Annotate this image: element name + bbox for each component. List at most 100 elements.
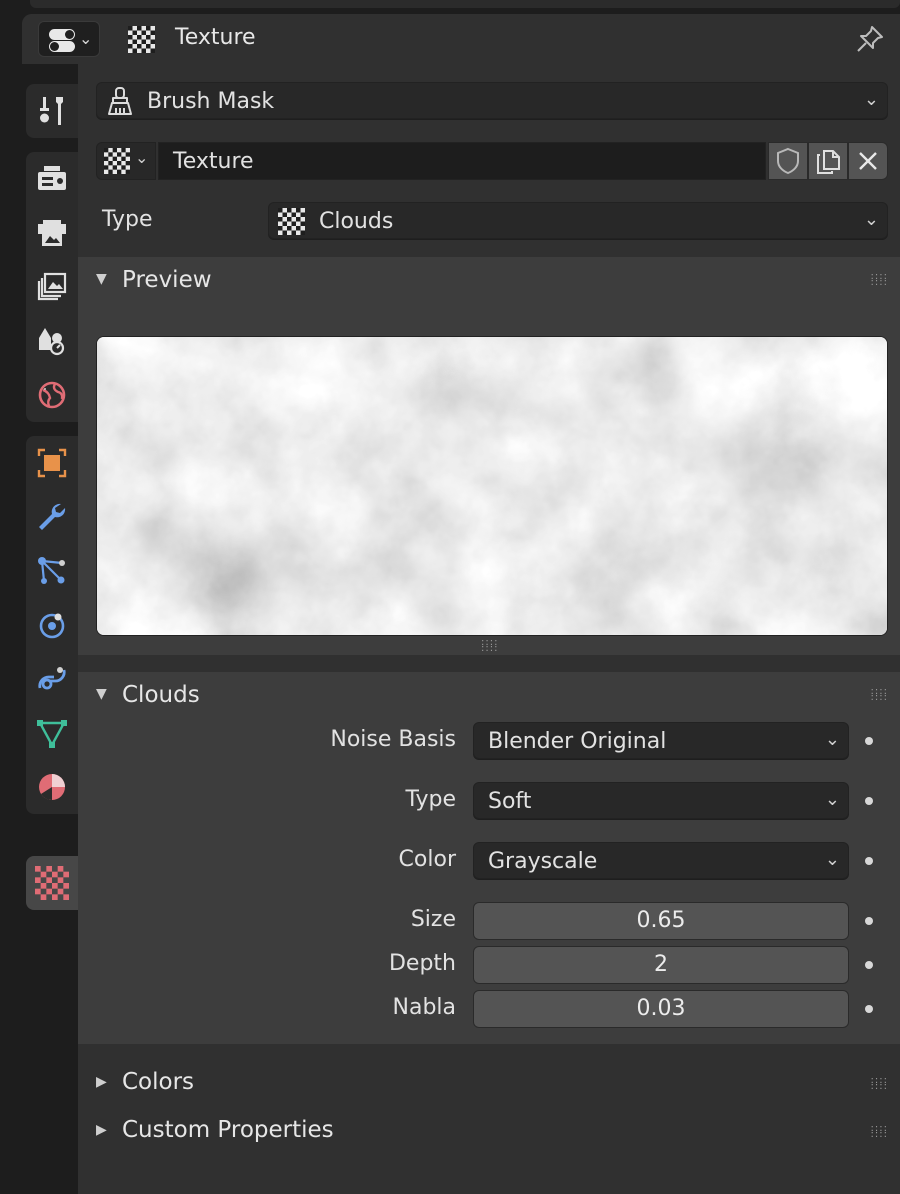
browse-texture-button[interactable]: ⌄	[96, 142, 156, 180]
clouds-preview-image	[97, 337, 887, 635]
wrench-icon	[39, 503, 66, 530]
duplicate-icon	[817, 150, 840, 174]
texture-datablock-field: ⌄ Texture	[96, 142, 888, 180]
header-title: Texture	[175, 25, 256, 50]
tab-view-layer[interactable]	[26, 260, 78, 314]
tab-texture[interactable]	[26, 856, 78, 910]
duplicate-texture-button[interactable]	[808, 142, 848, 180]
tab-data[interactable]	[26, 706, 78, 760]
drag-handle-icon[interactable]: ::::::::	[871, 1076, 888, 1092]
clouds-panel-title: Clouds	[122, 682, 200, 708]
world-icon	[38, 381, 66, 409]
tab-particles[interactable]	[26, 544, 78, 598]
context-value: Brush Mask	[147, 89, 275, 114]
keyframe-dot-icon[interactable]	[865, 961, 873, 969]
texture-icon	[35, 866, 69, 900]
editor-header: ⌄ Texture	[22, 14, 900, 64]
chevron-down-icon: ⌄	[824, 729, 840, 750]
type-label: Type	[102, 207, 153, 232]
scene-icon	[39, 328, 65, 356]
checker-texture-icon	[278, 208, 305, 235]
tab-object[interactable]	[26, 436, 78, 490]
checker-texture-icon	[128, 26, 155, 53]
nabla-field[interactable]: 0.03	[473, 990, 849, 1028]
tab-world[interactable]	[26, 368, 78, 422]
size-field[interactable]: 0.65	[473, 902, 849, 940]
keyframe-dot-icon[interactable]	[865, 917, 873, 925]
texture-name-value: Texture	[173, 149, 254, 174]
preview-panel-header[interactable]: ▼ Preview ::::::::	[78, 257, 900, 305]
tab-modifiers[interactable]	[26, 490, 78, 544]
tab-output[interactable]	[26, 206, 78, 260]
tab-physics[interactable]	[26, 598, 78, 652]
keyframe-dot-icon[interactable]	[865, 797, 873, 805]
texture-type-value: Clouds	[319, 209, 394, 234]
tab-constraints[interactable]	[26, 652, 78, 706]
noise-basis-value: Blender Original	[488, 729, 667, 754]
object-icon	[37, 448, 67, 478]
tab-tool[interactable]	[26, 84, 78, 138]
chevron-down-icon: ⌄	[79, 29, 93, 48]
nabla-label: Nabla	[392, 995, 457, 1020]
properties-main: Brush Mask ⌄ ⌄ Texture Type Clouds ⌄ ▼ P…	[78, 64, 900, 1194]
color-label: Color	[398, 847, 456, 872]
texture-type-dropdown[interactable]: Clouds ⌄	[268, 202, 888, 239]
keyframe-dot-icon[interactable]	[865, 737, 873, 745]
top-area-strip	[30, 0, 900, 8]
editor-type-selector[interactable]: ⌄	[38, 21, 100, 57]
properties-tabs	[22, 64, 78, 1194]
drag-handle-icon[interactable]: ::::::::	[871, 272, 888, 288]
custom-properties-panel-header[interactable]: ▶ Custom Properties ::::::::	[78, 1110, 900, 1154]
tab-render[interactable]	[26, 152, 78, 206]
texture-context-dropdown[interactable]: Brush Mask ⌄	[96, 82, 888, 119]
constraints-icon	[38, 667, 66, 690]
chevron-down-icon: ⌄	[863, 209, 879, 230]
close-icon	[859, 152, 877, 170]
keyframe-dot-icon[interactable]	[865, 857, 873, 865]
keyframe-dot-icon[interactable]	[865, 1005, 873, 1013]
expand-triangle-icon: ▶	[96, 1122, 107, 1138]
view-layer-icon	[37, 272, 67, 301]
clouds-panel-header[interactable]: ▼ Clouds ::::::::	[78, 672, 900, 720]
noise-type-dropdown[interactable]: Soft ⌄	[473, 782, 849, 819]
collapse-triangle-icon: ▼	[96, 271, 107, 287]
drag-handle-icon[interactable]: ::::::::	[871, 687, 888, 703]
depth-field[interactable]: 2	[473, 946, 849, 984]
texture-preview	[96, 336, 888, 636]
properties-editor: ⌄ Texture Brush Mask ⌄ ⌄ Texture Type Cl…	[22, 14, 900, 1194]
properties-editor-icon	[49, 29, 75, 40]
noise-basis-dropdown[interactable]: Blender Original ⌄	[473, 722, 849, 759]
tool-icon	[40, 97, 63, 125]
colors-panel-header[interactable]: ▶ Colors ::::::::	[78, 1062, 900, 1106]
render-icon	[38, 166, 66, 190]
depth-label: Depth	[388, 951, 456, 976]
noise-type-value: Soft	[488, 789, 532, 814]
pin-icon[interactable]	[854, 23, 886, 55]
drag-handle-icon[interactable]: ::::::::	[871, 1124, 888, 1140]
preview-panel-title: Preview	[122, 267, 212, 293]
colors-panel-title: Colors	[122, 1069, 195, 1095]
texture-name-input[interactable]: Texture	[158, 142, 766, 180]
output-icon	[38, 220, 66, 246]
noise-type-label: Type	[405, 787, 456, 812]
shield-icon	[777, 147, 799, 175]
particles-icon	[38, 557, 65, 584]
color-mode-value: Grayscale	[488, 849, 598, 874]
custom-properties-panel-title: Custom Properties	[122, 1117, 334, 1143]
chevron-down-icon: ⌄	[135, 148, 149, 167]
size-label: Size	[410, 907, 456, 932]
tab-material[interactable]	[26, 760, 78, 814]
color-mode-dropdown[interactable]: Grayscale ⌄	[473, 842, 849, 879]
noise-basis-label: Noise Basis	[330, 727, 456, 752]
material-icon	[39, 774, 65, 801]
chevron-down-icon: ⌄	[824, 789, 840, 810]
unlink-texture-button[interactable]	[848, 142, 888, 180]
chevron-down-icon: ⌄	[863, 89, 879, 110]
tab-scene[interactable]	[26, 314, 78, 368]
expand-triangle-icon: ▶	[96, 1074, 107, 1090]
brush-icon	[108, 87, 132, 115]
chevron-down-icon: ⌄	[824, 849, 840, 870]
checker-texture-icon	[104, 148, 130, 174]
preview-resize-handle[interactable]: ::::::::	[481, 638, 498, 654]
fake-user-button[interactable]	[768, 142, 808, 180]
